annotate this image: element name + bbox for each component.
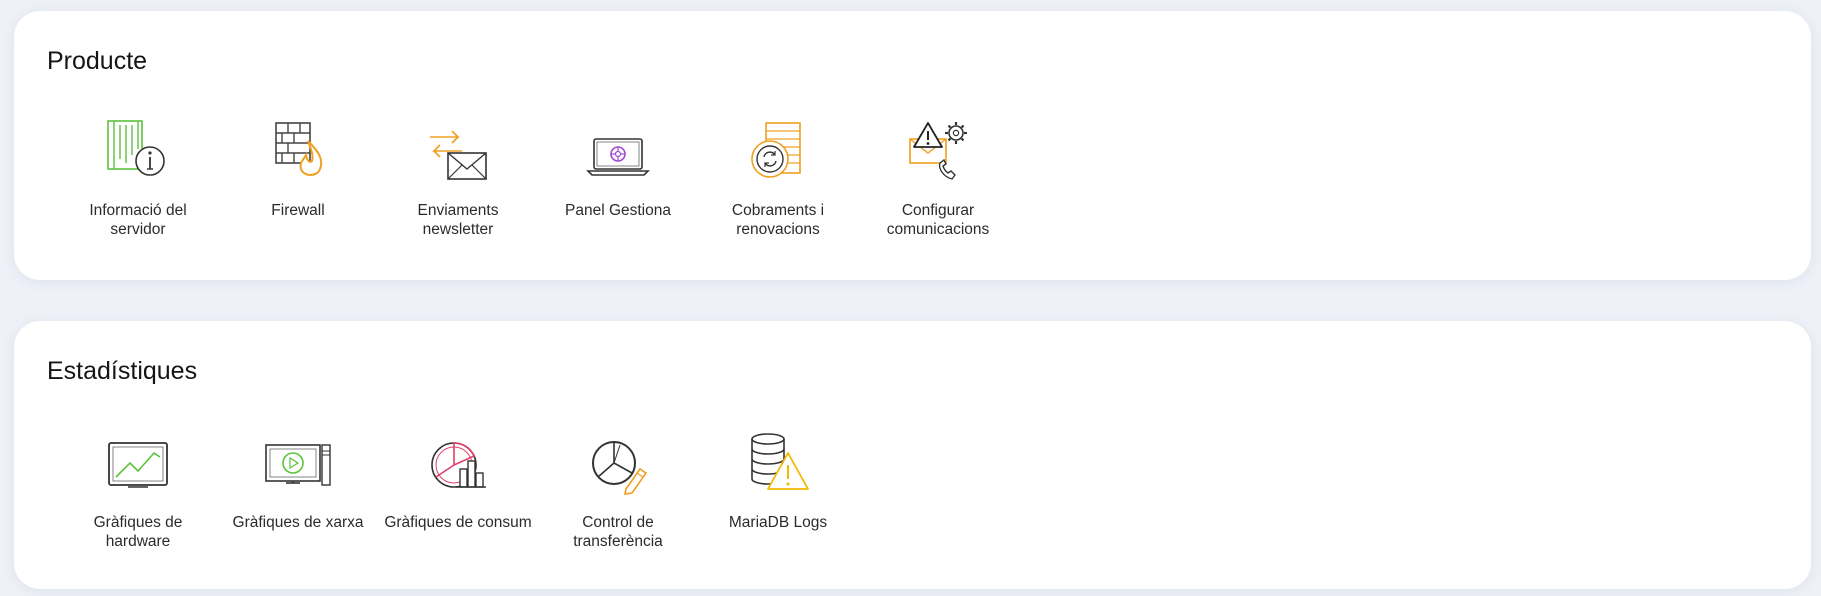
tile-hardware-charts[interactable]: Gràfiques de hardware xyxy=(58,431,218,551)
consumption-chart-icon xyxy=(422,431,494,499)
tile-label: Cobraments i renovacions xyxy=(731,202,825,238)
products-tiles: Informació del servidor Firewall Enviame… xyxy=(58,119,1018,239)
tile-label: Enviaments newsletter xyxy=(417,202,499,238)
network-chart-icon xyxy=(262,431,334,499)
tile-server-info[interactable]: Informació del servidor xyxy=(58,119,218,239)
statistics-card: Estadístiques Gràfiques de hardware Gràf… xyxy=(14,321,1811,589)
tile-transfer-control[interactable]: Control de transferència xyxy=(538,431,698,551)
tile-network-charts[interactable]: Gràfiques de xarxa xyxy=(218,431,378,551)
page: Producte Informació del servidor Firewal… xyxy=(0,0,1821,596)
tile-billing-renewals[interactable]: Cobraments i renovacions xyxy=(698,119,858,239)
tile-firewall[interactable]: Firewall xyxy=(218,119,378,239)
tile-label: MariaDB Logs xyxy=(728,514,828,531)
tile-label: Firewall xyxy=(271,202,325,219)
tile-configure-communications[interactable]: Configurar comunicacions xyxy=(858,119,1018,239)
tile-label: Gràfiques de xarxa xyxy=(232,514,364,531)
database-logs-icon xyxy=(742,431,814,499)
tile-mariadb-logs[interactable]: MariaDB Logs xyxy=(698,431,858,551)
panel-laptop-icon xyxy=(582,119,654,187)
server-info-icon xyxy=(102,119,174,187)
newsletter-icon xyxy=(422,119,494,187)
tile-label: Panel Gestiona xyxy=(565,202,671,219)
statistics-tiles: Gràfiques de hardware Gràfiques de xarxa… xyxy=(58,431,858,551)
products-card: Producte Informació del servidor Firewal… xyxy=(14,11,1811,280)
section-title-statistics: Estadístiques xyxy=(47,357,198,385)
firewall-icon xyxy=(262,119,334,187)
tile-panel-gestiona[interactable]: Panel Gestiona xyxy=(538,119,698,239)
tile-label: Gràfiques de hardware xyxy=(93,514,183,550)
tile-label: Control de transferència xyxy=(573,514,663,550)
tile-label: Informació del servidor xyxy=(89,202,187,238)
section-title-products: Producte xyxy=(47,47,148,75)
tile-label: Configurar comunicacions xyxy=(886,202,990,238)
tile-newsletter[interactable]: Enviaments newsletter xyxy=(378,119,538,239)
tile-label: Gràfiques de consum xyxy=(384,514,532,531)
hardware-chart-icon xyxy=(102,431,174,499)
billing-renewals-icon xyxy=(742,119,814,187)
communications-settings-icon xyxy=(902,119,974,187)
tile-consumption-charts[interactable]: Gràfiques de consum xyxy=(378,431,538,551)
transfer-control-icon xyxy=(582,431,654,499)
